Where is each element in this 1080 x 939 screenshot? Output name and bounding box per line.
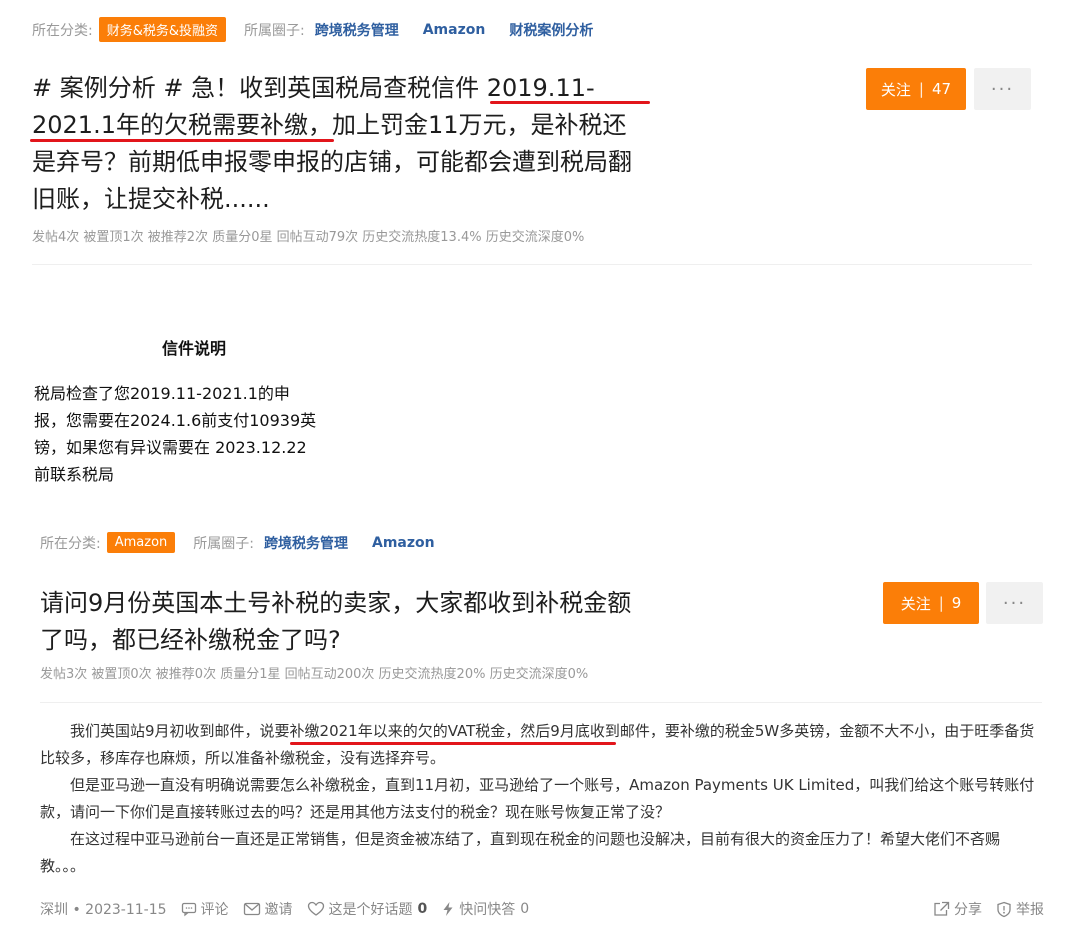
post2-meta-row: 所在分类: Amazon 所属圈子: 跨境税务管理 Amazon [40,532,459,553]
quick-qa-button[interactable]: 快问快答 0 [441,899,529,919]
follow-label: 关注 [880,80,911,99]
follow-separator: | [938,594,944,612]
follow-button[interactable]: 关注 | 9 [883,582,979,624]
report-label: 举报 [1016,902,1044,918]
more-icon: ··· [1002,592,1027,614]
follow-count: 47 [931,80,952,98]
post2-title[interactable]: 请问9月份英国本土号补税的卖家，大家都收到补税金额 了吗，都已经补缴税金了吗? [40,585,700,659]
good-topic-button[interactable]: 这是个好话题 0 [307,899,428,919]
red-underline-annotation [30,139,334,142]
comment-label: 评论 [200,902,229,918]
share-icon [934,901,950,916]
post-paragraph: 在这过程中亚马逊前台一直还是正常销售，但是资金被冻结了，直到现在税金的问题也没解… [40,830,1001,875]
post2-title-line: 请问9月份英国本土号补税的卖家，大家都收到补税金额 [40,589,632,617]
circle-label: 所属圈子: [244,22,305,39]
shield-icon [997,901,1011,917]
post1-meta-row: 所在分类: 财务&税务&投融资 所属圈子: 跨境税务管理 Amazon 财税案例… [32,17,617,42]
more-options-button[interactable]: ··· [974,68,1031,110]
invite-icon [243,902,260,916]
divider [32,264,1032,265]
more-options-button[interactable]: ··· [986,582,1043,624]
letter-line: 税局检查了您2019.11-2021.1的申 [34,384,290,403]
quick-qa-label: 快问快答 [459,902,516,918]
report-button[interactable]: 举报 [996,899,1044,919]
letter-line: 报，您需要在2024.1.6前支付10939英 [34,411,317,430]
more-icon: ··· [990,78,1015,100]
post2-author-stats: 发帖3次 被置顶0次 被推荐0次 质量分1星 回帖互动200次 历史交流热度20… [40,667,589,682]
comment-icon [181,902,196,917]
invite-button[interactable]: 邀请 [243,899,293,919]
good-topic-count: 0 [417,901,428,917]
quick-qa-count: 0 [520,901,530,917]
post-paragraph: 我们英国站9月初收到邮件，说要补缴2021年以来的欠的VAT税金，然后9月底收到… [40,722,1035,767]
divider [40,702,1042,703]
letter-heading: 信件说明 [162,339,227,358]
letter-line: 前联系税局 [34,465,115,484]
lightning-icon [443,902,453,916]
post1-author-stats: 发帖4次 被置顶1次 被推荐2次 质量分0星 回帖互动79次 历史交流热度13.… [32,230,585,245]
category-badge[interactable]: 财务&税务&投融资 [98,17,226,42]
letter-line: 镑，如果您有异议需要在 2023.12.22 [34,438,307,457]
circle-tag-cross-border-tax[interactable]: 跨境税务管理 [315,20,399,40]
circle-tag-amazon[interactable]: Amazon [372,535,435,551]
heart-icon [307,901,324,916]
post1-title[interactable]: # 案例分析 # 急！收到英国税局查税信件 2019.11- 2021.1年的欠… [32,70,692,218]
good-topic-label: 这是个好话题 [328,902,413,918]
location-date: 深圳 • 2023-11-15 [40,902,167,918]
red-underline-annotation [490,101,650,104]
category-label: 所在分类: [40,535,101,552]
circle-tag-cross-border-tax[interactable]: 跨境税务管理 [264,533,348,553]
red-underline-annotation [290,742,616,745]
post2-title-line: 了吗，都已经补缴税金了吗? [40,626,341,654]
post1-title-line: 旧账，让提交补税...... [32,185,270,213]
post2-footer: 深圳 • 2023-11-15 评论 邀请 这是个好话题 0 快问快答 0 分享… [40,899,1044,919]
post1-title-line: 是弃号？前期低申报零申报的店铺，可能都会遭到税局翻 [32,148,632,176]
post-paragraph: 但是亚马逊一直没有明确说需要怎么补缴税金，直到11月初，亚马逊给了一个账号，Am… [40,776,1035,821]
invite-label: 邀请 [264,902,293,918]
share-label: 分享 [954,902,982,918]
letter-body: 税局检查了您2019.11-2021.1的申 报，您需要在2024.1.6前支付… [34,380,394,488]
follow-separator: | [918,80,924,98]
category-label: 所在分类: [32,22,93,39]
follow-label: 关注 [900,594,931,613]
circle-tag-amazon[interactable]: Amazon [423,22,486,38]
circle-tag-tax-case-analysis[interactable]: 财税案例分析 [509,20,593,40]
category-badge[interactable]: Amazon [106,532,176,553]
share-button[interactable]: 分享 [933,899,982,919]
follow-button[interactable]: 关注 | 47 [866,68,966,110]
circle-label: 所属圈子: [193,535,254,552]
comment-button[interactable]: 评论 [181,899,229,919]
follow-count: 9 [951,594,962,612]
